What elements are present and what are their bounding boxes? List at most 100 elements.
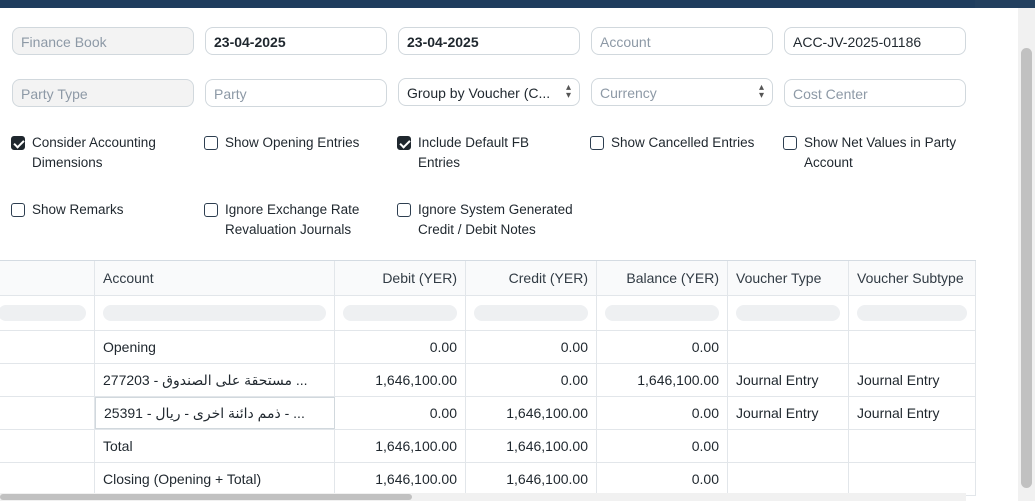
filter-cell-voucher-type[interactable] — [728, 296, 849, 330]
voucher-no-field[interactable]: ACC-JV-2025-01186 — [784, 27, 966, 55]
table-header-row: Account Debit (YER) Credit (YER) Balance… — [0, 261, 976, 296]
checkbox-unchecked-icon[interactable] — [590, 136, 604, 150]
checkbox-ignore-system-generated-notes[interactable]: Ignore System Generated Credit / Debit N… — [397, 200, 587, 240]
cell-account[interactable]: Closing (Opening + Total) — [95, 463, 335, 495]
table-row-closing[interactable]: Closing (Opening + Total) 1,646,100.00 1… — [0, 463, 976, 496]
cell-account[interactable]: Total — [95, 430, 335, 462]
checkbox-include-default-fb-entries[interactable]: Include Default FB Entries — [397, 133, 557, 173]
checkbox-unchecked-icon[interactable] — [204, 136, 218, 150]
checkbox-show-net-values[interactable]: Show Net Values in Party Account — [783, 133, 968, 173]
cell-credit[interactable]: 0.00 — [466, 364, 597, 396]
table-row[interactable]: 277203 - مستحقة على الصندوق ... 1,646,10… — [0, 364, 976, 397]
cell-voucher-subtype[interactable] — [849, 430, 976, 462]
filter-input[interactable] — [343, 305, 457, 321]
cell-balance[interactable]: 0.00 — [597, 463, 728, 495]
cost-center-field[interactable]: Cost Center — [784, 79, 966, 107]
cell-debit[interactable]: 1,646,100.00 — [335, 364, 466, 396]
checkbox-show-cancelled-entries[interactable]: Show Cancelled Entries — [590, 133, 775, 153]
cell-account-focused[interactable]: 25391 - ذمم دائنة اخرى - ريال - ... — [95, 397, 335, 429]
cell-voucher-type[interactable]: Journal Entry — [728, 364, 849, 396]
filter-input[interactable] — [0, 305, 86, 321]
cell-voucher-subtype[interactable] — [849, 463, 976, 495]
cost-center-placeholder: Cost Center — [793, 86, 868, 102]
party-field[interactable]: Party — [205, 79, 387, 107]
filter-cell-balance[interactable] — [597, 296, 728, 330]
cell-credit[interactable]: 1,646,100.00 — [466, 430, 597, 462]
checkbox-show-opening-entries[interactable]: Show Opening Entries — [204, 133, 384, 153]
currency-select[interactable]: Currency ▴ ▾ — [591, 78, 773, 106]
checkbox-unchecked-icon[interactable] — [397, 203, 411, 217]
filter-cell-voucher-subtype[interactable] — [849, 296, 976, 330]
filter-cell-credit[interactable] — [466, 296, 597, 330]
filter-input[interactable] — [474, 305, 588, 321]
cell-credit[interactable]: 1,646,100.00 — [466, 397, 597, 429]
to-date-value: 23-04-2025 — [407, 34, 479, 50]
cell-voucher-subtype[interactable] — [849, 331, 976, 363]
row-index-cell — [0, 364, 95, 396]
checkbox-show-remarks[interactable]: Show Remarks — [11, 200, 191, 220]
cell-debit[interactable]: 1,646,100.00 — [335, 430, 466, 462]
checkbox-unchecked-icon[interactable] — [783, 136, 797, 150]
filter-cell[interactable] — [0, 296, 95, 330]
cell-debit[interactable]: 0.00 — [335, 331, 466, 363]
checkbox-ignore-exchange-rate-revaluation[interactable]: Ignore Exchange Rate Revaluation Journal… — [204, 200, 384, 240]
group-by-select[interactable]: Group by Voucher (C... ▴ ▾ — [398, 78, 580, 106]
filter-input[interactable] — [736, 305, 840, 321]
vertical-scrollbar-thumb[interactable] — [1021, 48, 1032, 488]
cell-account[interactable]: Opening — [95, 331, 335, 363]
checkbox-unchecked-icon[interactable] — [204, 203, 218, 217]
cell-balance[interactable]: 0.00 — [597, 331, 728, 363]
vertical-scrollbar[interactable] — [1018, 8, 1035, 501]
cell-voucher-type[interactable] — [728, 331, 849, 363]
group-by-value: Group by Voucher (C... — [407, 85, 551, 101]
filter-input[interactable] — [857, 305, 967, 321]
checkbox-checked-icon[interactable] — [397, 136, 411, 150]
checkbox-checked-icon[interactable] — [11, 136, 25, 150]
checkbox-label: Ignore System Generated Credit / Debit N… — [418, 202, 573, 237]
from-date-field[interactable]: 23-04-2025 — [205, 27, 387, 55]
party-type-field[interactable]: Party Type — [12, 79, 194, 107]
checkbox-unchecked-icon[interactable] — [11, 203, 25, 217]
horizontal-scrollbar-thumb[interactable] — [0, 494, 412, 500]
column-header-balance[interactable]: Balance (YER) — [597, 261, 728, 295]
cell-voucher-type[interactable]: Journal Entry — [728, 397, 849, 429]
cell-credit[interactable]: 1,646,100.00 — [466, 463, 597, 495]
table-row-total[interactable]: Total 1,646,100.00 1,646,100.00 0.00 — [0, 430, 976, 463]
table-row[interactable]: Opening 0.00 0.00 0.00 — [0, 331, 976, 364]
party-placeholder: Party — [214, 86, 247, 102]
finance-book-placeholder: Finance Book — [21, 34, 107, 50]
filter-input[interactable] — [103, 305, 326, 321]
select-arrows-icon: ▴ ▾ — [758, 82, 764, 101]
cell-voucher-type[interactable] — [728, 430, 849, 462]
checkbox-label: Consider Accounting Dimensions — [32, 135, 156, 170]
cell-credit[interactable]: 0.00 — [466, 331, 597, 363]
cell-balance[interactable]: 0.00 — [597, 430, 728, 462]
navbar-accent — [975, 0, 1035, 8]
filter-cell-account[interactable] — [95, 296, 335, 330]
checkbox-label: Show Remarks — [32, 202, 124, 217]
checkbox-label: Include Default FB Entries — [418, 135, 530, 170]
column-header-credit[interactable]: Credit (YER) — [466, 261, 597, 295]
finance-book-field[interactable]: Finance Book — [12, 27, 194, 55]
horizontal-scrollbar[interactable] — [0, 493, 966, 501]
table-row[interactable]: 25391 - ذمم دائنة اخرى - ريال - ... 0.00… — [0, 397, 976, 430]
cell-voucher-subtype[interactable]: Journal Entry — [849, 397, 976, 429]
cell-voucher-subtype[interactable]: Journal Entry — [849, 364, 976, 396]
column-header-voucher-subtype[interactable]: Voucher Subtype — [849, 261, 976, 295]
to-date-field[interactable]: 23-04-2025 — [398, 27, 580, 55]
cell-balance[interactable]: 0.00 — [597, 397, 728, 429]
column-header-debit[interactable]: Debit (YER) — [335, 261, 466, 295]
column-header-voucher-type[interactable]: Voucher Type — [728, 261, 849, 295]
checkbox-consider-accounting-dimensions[interactable]: Consider Accounting Dimensions — [11, 133, 191, 173]
cell-debit[interactable]: 0.00 — [335, 397, 466, 429]
cell-voucher-type[interactable] — [728, 463, 849, 495]
voucher-no-value: ACC-JV-2025-01186 — [793, 34, 922, 50]
cell-balance[interactable]: 1,646,100.00 — [597, 364, 728, 396]
account-field[interactable]: Account — [591, 27, 773, 55]
filter-cell-debit[interactable] — [335, 296, 466, 330]
cell-account[interactable]: 277203 - مستحقة على الصندوق ... — [95, 364, 335, 396]
row-index-cell — [0, 430, 95, 462]
cell-debit[interactable]: 1,646,100.00 — [335, 463, 466, 495]
filter-input[interactable] — [605, 305, 719, 321]
column-header-account[interactable]: Account — [95, 261, 335, 295]
